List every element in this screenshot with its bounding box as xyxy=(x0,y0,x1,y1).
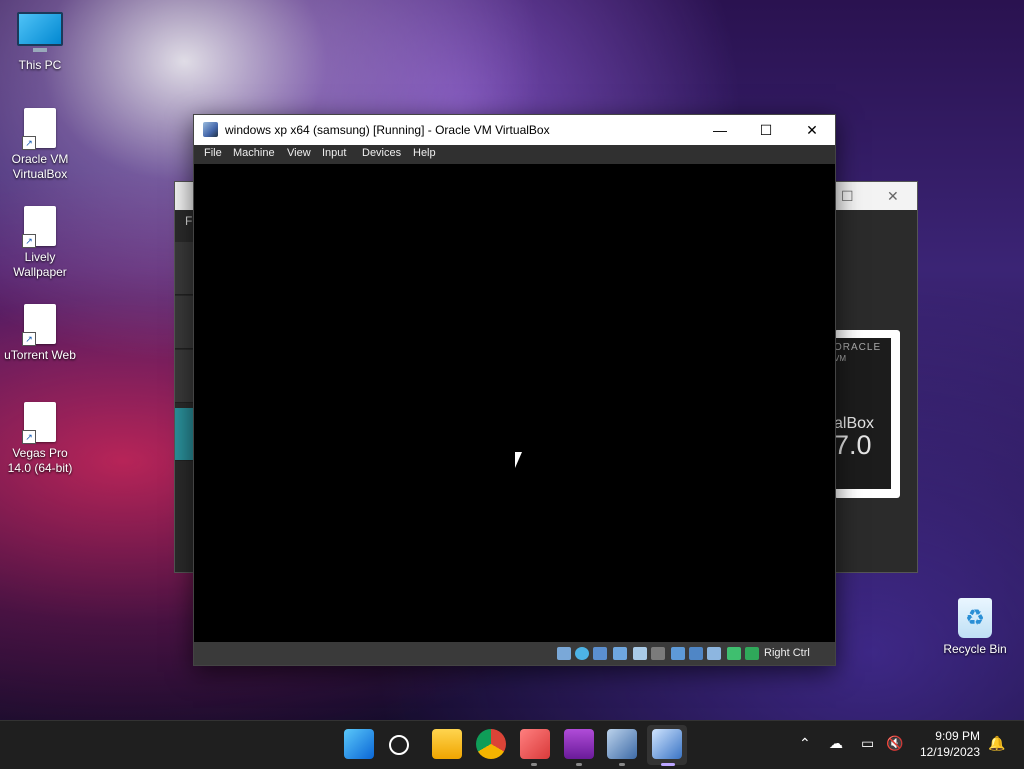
desktop-icon-label: Lively Wallpaper xyxy=(13,250,67,279)
menu-file[interactable]: File xyxy=(204,147,222,159)
volume-mute-icon[interactable]: 🔇 xyxy=(886,735,903,752)
virtualbox-app-icon xyxy=(203,122,218,137)
file-explorer-icon[interactable] xyxy=(432,729,462,759)
desktop-icon-lively-wallpaper[interactable]: ↗ Lively Wallpaper xyxy=(0,206,80,280)
chevron-up-icon[interactable]: ⌃ xyxy=(799,735,811,752)
desktop-icon-recycle-bin[interactable]: ♻ Recycle Bin xyxy=(935,598,1015,657)
desktop-icon-this-pc[interactable]: This PC xyxy=(0,12,80,73)
winrar-icon[interactable] xyxy=(564,729,594,759)
optical-drive-icon[interactable] xyxy=(575,647,589,660)
system-clock[interactable]: 9:09 PM 12/19/2023 xyxy=(920,728,980,760)
recycle-bin-icon: ♻ xyxy=(958,598,992,638)
close-button[interactable]: ✕ xyxy=(789,115,835,145)
desktop-icon-vegas-pro[interactable]: ↗ Vegas Pro 14.0 (64-bit) xyxy=(0,402,80,476)
cpu-icon[interactable] xyxy=(707,647,721,660)
display-settings-icon[interactable]: ▭ xyxy=(861,735,874,752)
network-icon[interactable] xyxy=(613,647,627,660)
monitor-icon xyxy=(17,12,63,46)
keyboard-icon[interactable] xyxy=(745,647,759,660)
shortcut-icon: ↗ xyxy=(22,304,56,346)
about-panel: ORACLE VM alBox 7.0 xyxy=(834,338,891,489)
manager-close-button[interactable]: ✕ xyxy=(887,188,899,205)
taskbar: ⌃ ☁ ▭ 🔇 9:09 PM 12/19/2023 🔔 xyxy=(0,720,1024,769)
window-title: windows xp x64 (samsung) [Running] - Ora… xyxy=(225,123,550,137)
menu-machine[interactable]: Machine xyxy=(233,147,275,159)
desktop-icon-label: Oracle VM VirtualBox xyxy=(11,152,69,181)
host-key-label: Right Ctrl xyxy=(764,647,810,659)
about-version: 7.0 xyxy=(834,430,872,460)
video-capture-icon[interactable] xyxy=(689,647,703,660)
notification-bell-icon[interactable]: 🔔 xyxy=(988,735,1005,752)
clock-date: 12/19/2023 xyxy=(919,745,980,759)
manager-vm-list-item[interactable] xyxy=(175,350,195,403)
manager-vm-list-item-selected[interactable] xyxy=(175,408,195,461)
shortcut-icon: ↗ xyxy=(22,206,56,248)
vm-window[interactable]: windows xp x64 (samsung) [Running] - Ora… xyxy=(193,114,836,666)
search-icon[interactable] xyxy=(389,735,409,755)
audio-icon[interactable] xyxy=(593,647,607,660)
menu-view[interactable]: View xyxy=(287,147,311,159)
cloud-offline-icon[interactable]: ☁ xyxy=(829,735,843,752)
desktop-icon-label: Recycle Bin xyxy=(943,642,1007,656)
vm-statusbar: Right Ctrl xyxy=(194,642,835,665)
manager-vm-list-item[interactable] xyxy=(175,296,195,349)
mouse-pointer-icon xyxy=(515,452,522,468)
desktop-icon-label: This PC xyxy=(18,58,62,72)
chrome-icon[interactable] xyxy=(476,729,506,759)
maximize-button[interactable]: ☐ xyxy=(743,115,789,145)
desktop-icon-label: uTorrent Web xyxy=(4,348,76,362)
menu-help[interactable]: Help xyxy=(413,147,436,159)
desktop-icon-label: Vegas Pro 14.0 (64-bit) xyxy=(7,446,73,475)
menu-input[interactable]: Input xyxy=(322,147,346,159)
vm-menubar: File Machine View Input Devices Help xyxy=(194,145,835,164)
desktop-icon-virtualbox[interactable]: ↗ Oracle VM VirtualBox xyxy=(0,108,80,182)
about-brand: ORACLE xyxy=(834,342,882,353)
display-icon[interactable] xyxy=(671,647,685,660)
clock-time: 9:09 PM xyxy=(935,729,980,743)
desktop-icon-utorrent-web[interactable]: ↗ uTorrent Web xyxy=(0,304,80,363)
mouse-integration-icon[interactable] xyxy=(727,647,741,660)
windows-xp-vm-icon[interactable] xyxy=(652,729,682,759)
minimize-button[interactable]: — xyxy=(697,115,743,145)
virtualbox-icon[interactable] xyxy=(607,729,637,759)
manager-vm-list-item[interactable] xyxy=(175,242,195,295)
vm-display[interactable] xyxy=(194,164,835,642)
shortcut-icon: ↗ xyxy=(22,402,56,444)
manager-maximize-button[interactable]: ☐ xyxy=(841,188,854,205)
usb-icon[interactable] xyxy=(633,647,647,660)
shared-folders-icon[interactable] xyxy=(651,647,665,660)
menu-devices[interactable]: Devices xyxy=(362,147,401,159)
shortcut-icon: ↗ xyxy=(22,108,56,150)
vm-titlebar[interactable]: windows xp x64 (samsung) [Running] - Ora… xyxy=(194,115,835,145)
start-icon[interactable] xyxy=(344,729,374,759)
hard-disk-icon[interactable] xyxy=(557,647,571,660)
snipping-tool-icon[interactable] xyxy=(520,729,550,759)
